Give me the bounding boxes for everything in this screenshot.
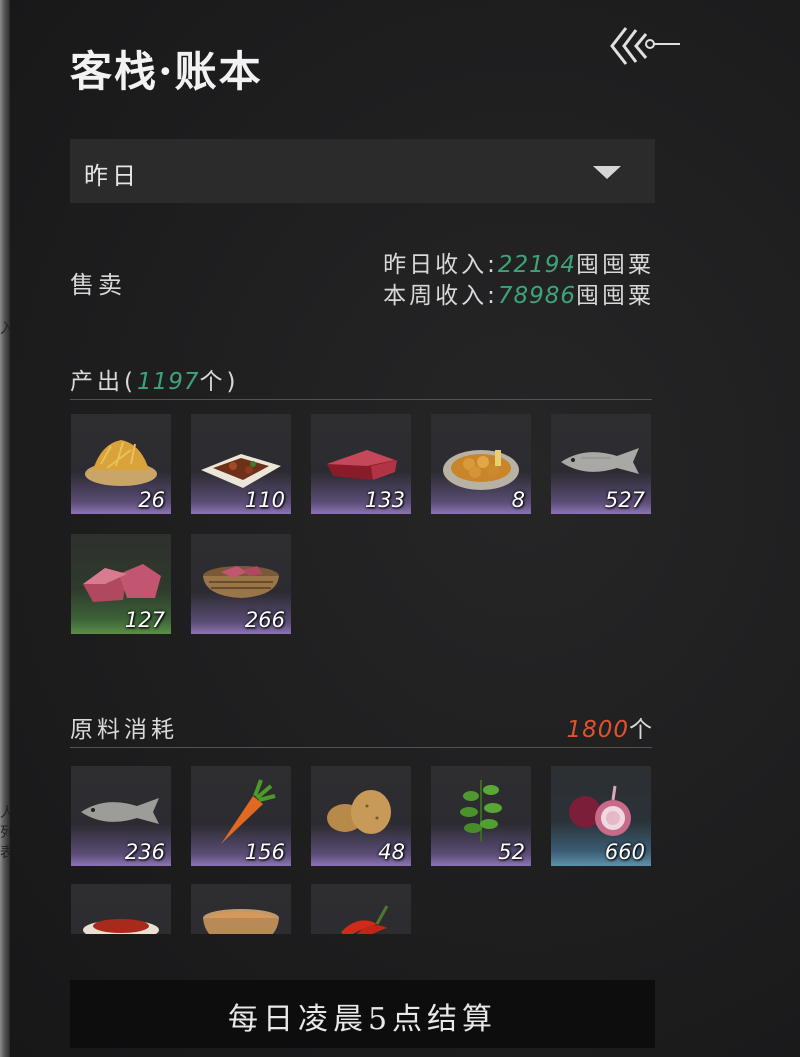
currency-unit: 囤囤粟	[576, 252, 654, 278]
background-window-edge: 入 人列表	[0, 0, 14, 1057]
back-button[interactable]	[608, 24, 682, 70]
yesterday-income: 昨日收入:22194囤囤粟	[383, 250, 654, 281]
output-label: 产出(1197个)	[70, 362, 240, 396]
output-item[interactable]: 266	[191, 534, 291, 634]
weekly-income: 本周收入:78986囤囤粟	[383, 281, 654, 312]
yesterday-income-value: 22194	[497, 252, 576, 278]
item-quantity: 527	[604, 488, 645, 512]
output-label-suffix: 个)	[199, 369, 240, 395]
materials-count: 1800	[566, 717, 629, 743]
weekly-income-value: 78986	[497, 283, 576, 309]
item-quantity: 8	[511, 488, 525, 512]
material-item[interactable]	[311, 884, 411, 934]
material-item[interactable]: 236	[71, 766, 171, 866]
material-item[interactable]: 660	[551, 766, 651, 866]
currency-unit: 囤囤粟	[576, 283, 654, 309]
dropdown-selected-value: 昨日	[84, 162, 140, 190]
item-quantity: 110	[244, 488, 285, 512]
output-section-header: 产出(1197个)	[70, 360, 652, 400]
output-item[interactable]: 127	[71, 534, 171, 634]
back-arrow-icon	[610, 27, 680, 65]
weekly-income-label: 本周收入:	[383, 283, 498, 309]
settlement-label: 每日凌晨5点结算	[227, 1002, 498, 1037]
item-quantity: 48	[378, 840, 405, 864]
output-item[interactable]: 133	[311, 414, 411, 514]
item-quantity: 660	[604, 840, 645, 864]
chevron-down-icon	[593, 166, 621, 179]
date-filter-dropdown[interactable]: 昨日	[70, 139, 655, 203]
materials-overflow-row	[71, 884, 671, 934]
page-title: 客栈·账本	[70, 47, 263, 96]
material-item[interactable]: 48	[311, 766, 411, 866]
materials-label: 原料消耗	[70, 717, 178, 743]
material-item[interactable]	[71, 884, 171, 934]
item-quantity: 133	[364, 488, 405, 512]
item-quantity: 236	[124, 840, 165, 864]
chili-dish-icon	[83, 919, 159, 934]
output-item[interactable]: 8	[431, 414, 531, 514]
soup-bowl-icon	[203, 909, 279, 934]
material-item[interactable]: 156	[191, 766, 291, 866]
output-item[interactable]: 26	[71, 414, 171, 514]
output-item[interactable]: 527	[551, 414, 651, 514]
materials-section-header: 原料消耗 1800个	[70, 708, 652, 748]
materials-unit: 个	[629, 717, 652, 743]
material-item[interactable]: 52	[431, 766, 531, 866]
item-quantity: 26	[138, 488, 165, 512]
output-count: 1197	[136, 369, 200, 395]
materials-total: 1800个	[566, 710, 652, 744]
output-item[interactable]: 110	[191, 414, 291, 514]
item-quantity: 266	[244, 608, 285, 632]
daily-settlement-button[interactable]: 每日凌晨5点结算	[70, 980, 655, 1048]
material-item[interactable]	[191, 884, 291, 934]
yesterday-income-label: 昨日收入:	[383, 252, 498, 278]
item-quantity: 52	[498, 840, 525, 864]
output-label-prefix: 产出(	[70, 369, 137, 395]
chili-pepper-icon	[341, 905, 389, 934]
item-quantity: 156	[244, 840, 285, 864]
sales-label: 售卖	[70, 271, 126, 299]
income-summary: 昨日收入:22194囤囤粟 本周收入:78986囤囤粟	[383, 250, 654, 312]
item-quantity: 127	[124, 608, 165, 632]
